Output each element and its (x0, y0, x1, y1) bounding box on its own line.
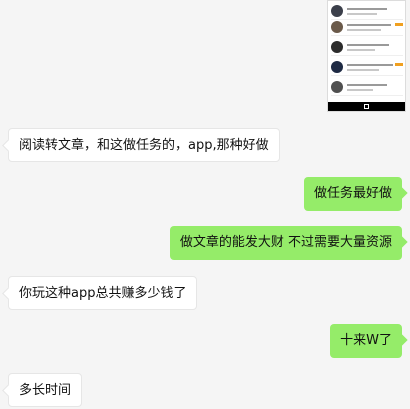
thumb-avatar (331, 5, 343, 17)
shared-screenshot-image[interactable] (327, 0, 406, 112)
message-bubble-outgoing: 十来W了 (330, 324, 402, 358)
thumb-nav-bar (328, 102, 405, 111)
thumb-avatar (331, 41, 343, 53)
thumb-avatar (331, 81, 343, 93)
message-bubble-incoming: 你玩这种app总共赚多少钱了 (8, 276, 198, 310)
thumb-list-row (331, 59, 403, 76)
thumb-list-row (331, 3, 403, 20)
thumb-list-row (331, 79, 403, 96)
chat-window: 阅读转文章，和这做任务的，app,那种好做 做任务最好做 做文章的能发大财 不过… (0, 0, 410, 409)
thumb-avatar (331, 21, 343, 33)
message-bubble-outgoing: 做文章的能发大财 不过需要大量资源 (169, 226, 402, 260)
thumb-avatar (331, 61, 343, 73)
thumb-list-row (331, 19, 403, 36)
message-bubble-incoming: 多长时间 (8, 373, 83, 407)
thumb-list-row (331, 39, 403, 56)
message-bubble-incoming: 阅读转文章，和这做任务的，app,那种好做 (8, 128, 280, 162)
message-bubble-outgoing: 做任务最好做 (303, 177, 402, 211)
